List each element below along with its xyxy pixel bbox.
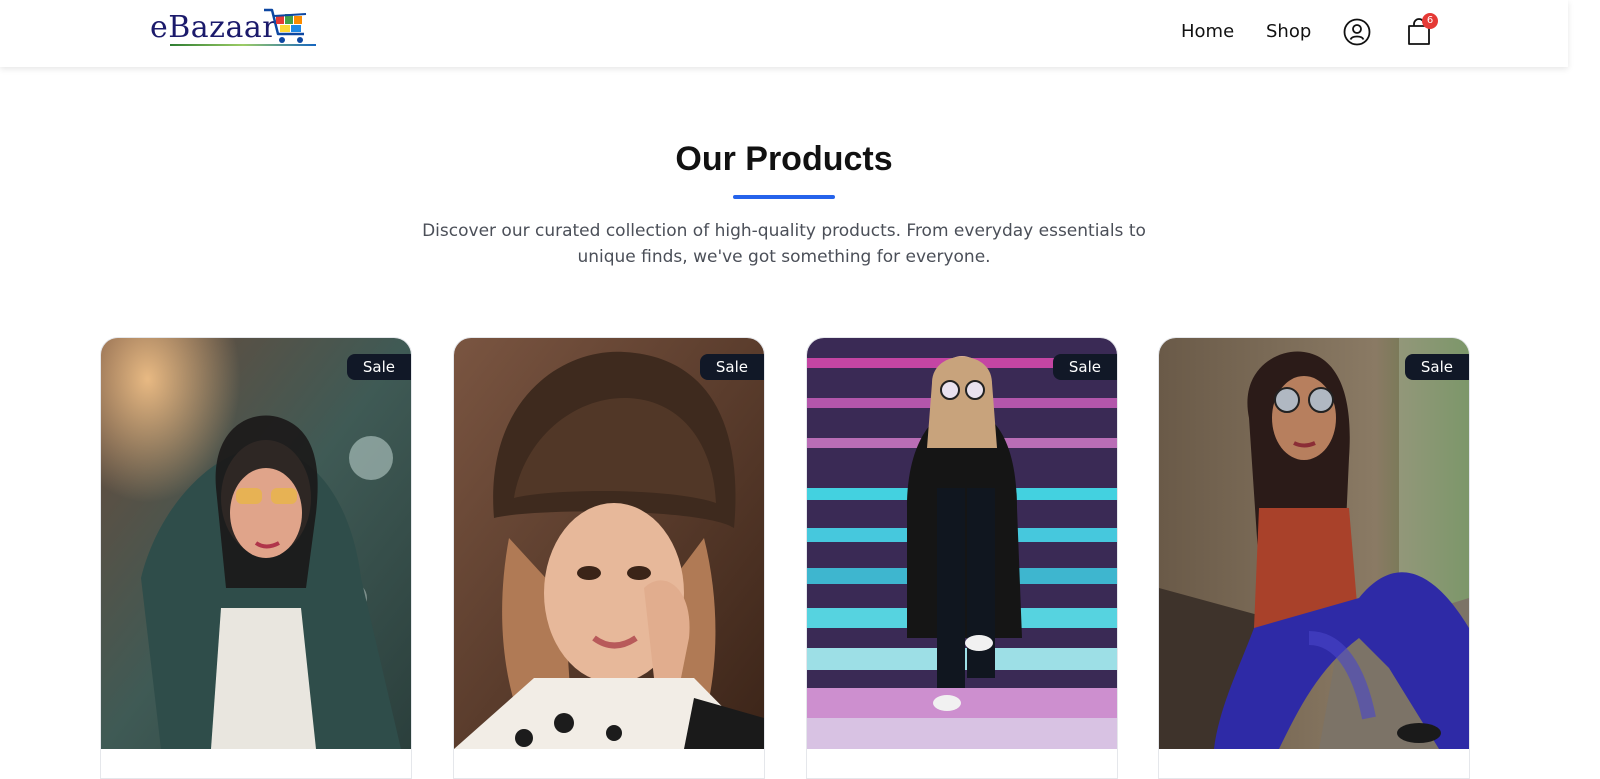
site-header: eBazaar Home Shop 6 bbox=[0, 0, 1568, 67]
account-button[interactable] bbox=[1343, 18, 1371, 46]
section-description: Discover our curated collection of high-… bbox=[422, 221, 1146, 267]
section-title: Our Products bbox=[675, 140, 893, 178]
card-footer bbox=[1159, 749, 1469, 778]
product-image bbox=[807, 338, 1117, 749]
product-image bbox=[1159, 338, 1469, 749]
user-circle-icon bbox=[1343, 18, 1371, 46]
cart-count-badge: 6 bbox=[1422, 13, 1438, 29]
sale-badge: Sale bbox=[699, 354, 764, 380]
product-card[interactable]: Sale bbox=[806, 337, 1118, 779]
product-card[interactable]: Sale bbox=[100, 337, 412, 779]
product-card[interactable]: Sale bbox=[453, 337, 765, 779]
sale-badge: Sale bbox=[1404, 354, 1469, 380]
sale-badge: Sale bbox=[346, 354, 411, 380]
sale-badge: Sale bbox=[1052, 354, 1117, 380]
card-footer bbox=[101, 749, 411, 778]
logo[interactable]: eBazaar bbox=[150, 6, 320, 48]
product-image bbox=[101, 338, 411, 749]
logo-text: eBazaar bbox=[150, 10, 278, 45]
card-footer bbox=[807, 749, 1117, 778]
nav-shop-link[interactable]: Shop bbox=[1266, 21, 1311, 43]
page-scrollbar[interactable] bbox=[1568, 0, 1600, 774]
logo-underline bbox=[170, 44, 316, 46]
product-image bbox=[454, 338, 764, 749]
shopping-cart-logo-icon bbox=[264, 8, 307, 43]
title-underline bbox=[733, 195, 835, 199]
nav-home-link[interactable]: Home bbox=[1181, 21, 1234, 43]
card-footer bbox=[454, 749, 764, 778]
product-card[interactable]: Sale bbox=[1158, 337, 1470, 779]
